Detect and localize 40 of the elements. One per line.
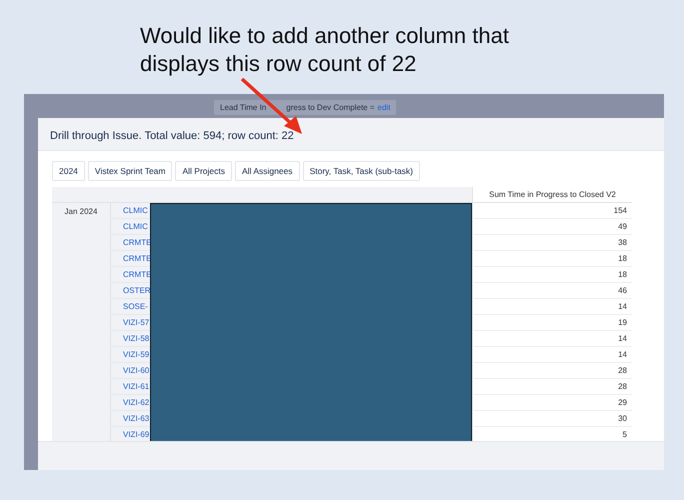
filter-chip[interactable]: Story, Task, Task (sub-task) [302, 161, 420, 181]
value-cell: 14 [472, 331, 632, 347]
issue-link[interactable]: VIZI-57 [123, 318, 150, 327]
formula-label: gress to Dev Complete = [286, 103, 375, 112]
dialog-title: Drill through Issue. Total value: 594; row count: 22 [50, 130, 294, 142]
filter-chip[interactable]: All Assignees [235, 161, 300, 181]
issue-link[interactable]: VIZI-60 [123, 366, 150, 375]
issue-link[interactable]: OSTER [123, 286, 151, 295]
issue-link[interactable]: SOSE- [123, 302, 148, 311]
value-cell: 46 [472, 283, 632, 299]
issue-link[interactable]: CRMTE [123, 254, 152, 263]
value-cell: 28 [472, 363, 632, 379]
value-cell: 14 [472, 347, 632, 363]
value-cell: 30 [472, 411, 632, 427]
issue-link[interactable]: VIZI-62 [123, 398, 150, 407]
column-header: Sum Time in Progress to Closed V2 [472, 187, 632, 203]
issue-link[interactable]: CRMTE [123, 238, 152, 247]
filter-chip[interactable]: Vistex Sprint Team [88, 161, 172, 181]
value-cell: 28 [472, 379, 632, 395]
issue-link[interactable]: VIZI-58 [123, 334, 150, 343]
value-cell: 18 [472, 267, 632, 283]
issue-link[interactable]: VIZI-59 [123, 350, 150, 359]
value-cell: 18 [472, 251, 632, 267]
value-cell: 49 [472, 219, 632, 235]
issue-link[interactable]: VIZI-63 [123, 414, 150, 423]
issue-link[interactable]: VIZI-69 [123, 430, 150, 439]
value-cell: 154 [472, 203, 632, 219]
value-cell: 29 [472, 395, 632, 411]
issue-link[interactable]: VIZI-61 [123, 382, 150, 391]
issue-link[interactable]: CLMIC [123, 206, 148, 215]
value-cell: 38 [472, 235, 632, 251]
issue-link[interactable]: CLMIC [123, 222, 148, 231]
annotation-text: Would like to add another column that displays this row count of 22 [140, 22, 510, 78]
filter-chip[interactable]: All Projects [175, 161, 232, 181]
filter-chip[interactable]: 2024 [52, 161, 85, 181]
issue-link[interactable]: CRMTE [123, 270, 152, 279]
formula-label: Lead Time In [220, 103, 266, 112]
value-cell: 14 [472, 299, 632, 315]
value-cell: 19 [472, 315, 632, 331]
value-cell: 5 [472, 427, 632, 441]
